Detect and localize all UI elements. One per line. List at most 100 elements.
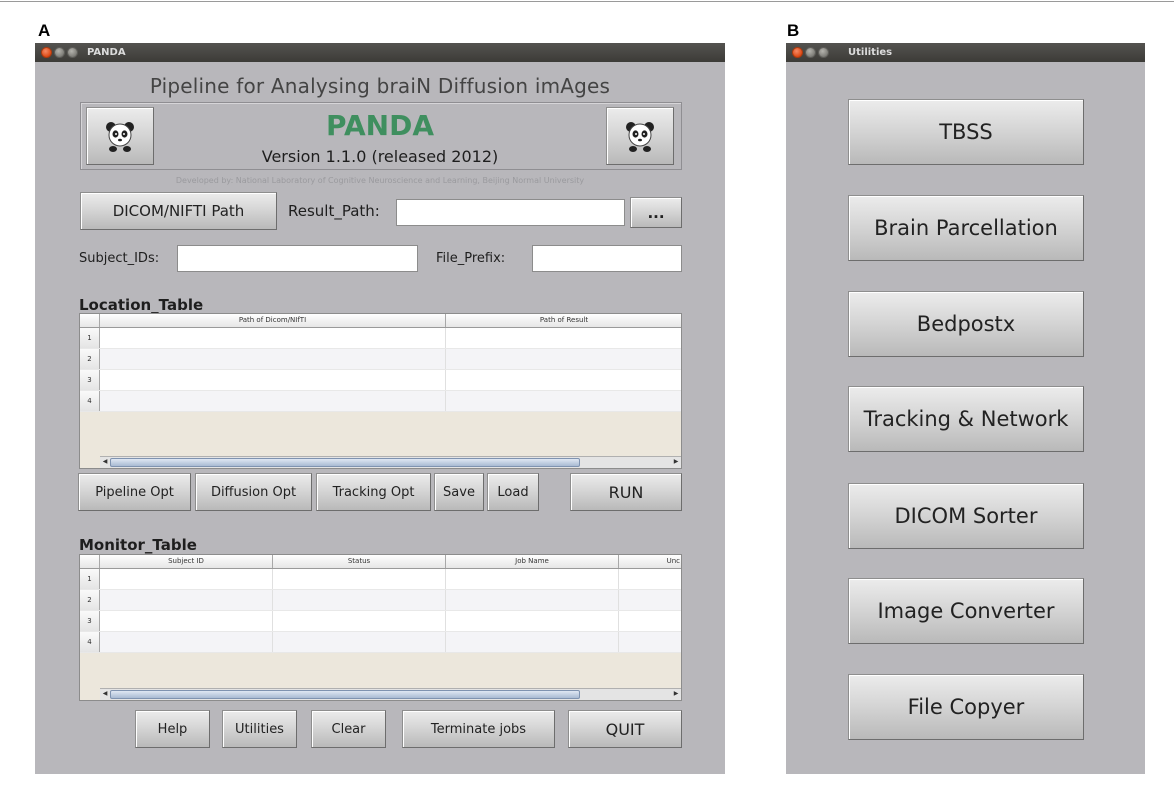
horizontal-scrollbar[interactable]: ◀ ▶ [100, 688, 681, 700]
help-button[interactable]: Help [135, 710, 210, 748]
table-cell[interactable] [446, 349, 681, 369]
panel-label-b: B [787, 21, 800, 40]
row-number: 4 [80, 391, 100, 411]
minimize-window-button[interactable] [54, 47, 65, 58]
table-cell[interactable] [100, 349, 446, 369]
utilities-button[interactable]: Utilities [222, 710, 297, 748]
app-name: PANDA [326, 109, 434, 142]
subject-ids-input[interactable] [177, 245, 418, 272]
table-cell[interactable] [446, 611, 619, 631]
tracking-network-button[interactable]: Tracking & Network [848, 386, 1084, 452]
run-button[interactable]: RUN [570, 473, 682, 511]
dicom-nifti-path-button[interactable]: DICOM/NIFTI Path [80, 192, 277, 230]
column-header-result-path[interactable]: Path of Result [446, 314, 681, 327]
table-row[interactable]: 1 [80, 569, 681, 590]
maximize-window-button[interactable] [67, 47, 78, 58]
panda-titlebar: PANDA [35, 43, 725, 62]
table-cell[interactable] [100, 632, 273, 652]
close-window-button[interactable] [792, 47, 803, 58]
table-cell[interactable] [100, 569, 273, 589]
minimize-window-button[interactable] [805, 47, 816, 58]
browse-button[interactable]: ... [630, 197, 682, 228]
row-number: 4 [80, 632, 100, 652]
load-button[interactable]: Load [487, 473, 539, 511]
top-divider [0, 1, 1174, 2]
result-path-input[interactable] [396, 199, 625, 226]
table-row[interactable]: 3 [80, 611, 681, 632]
bedpostx-button[interactable]: Bedpostx [848, 291, 1084, 357]
close-window-button[interactable] [41, 47, 52, 58]
table-cell[interactable] [100, 590, 273, 610]
terminate-jobs-button[interactable]: Terminate jobs [402, 710, 555, 748]
brain-parcellation-button[interactable]: Brain Parcellation [848, 195, 1084, 261]
app-title: Pipeline for Analysing braiN Diffusion i… [149, 74, 611, 98]
monitor-table-header: Subject ID Status Job Name Unc [80, 555, 681, 569]
table-cell[interactable] [446, 632, 619, 652]
table-cell[interactable] [446, 391, 681, 411]
scroll-thumb[interactable] [110, 690, 580, 699]
table-cell[interactable] [273, 632, 446, 652]
maximize-window-button[interactable] [818, 47, 829, 58]
file-copyer-button[interactable]: File Copyer [848, 674, 1084, 740]
corner-header-cell [80, 555, 100, 568]
table-row[interactable]: 2 [80, 349, 681, 370]
panel-label-a: A [38, 21, 51, 40]
quit-button[interactable]: QUIT [568, 710, 682, 748]
file-prefix-label: File_Prefix: [436, 251, 506, 266]
location-table: Path of Dicom/NIfTI Path of Result 1 2 3… [79, 313, 682, 469]
column-header-subject-id[interactable]: Subject ID [100, 555, 273, 568]
table-row[interactable]: 3 [80, 370, 681, 391]
utilities-titlebar: Utilities [786, 43, 1145, 62]
column-header-status[interactable]: Status [273, 555, 446, 568]
result-path-label: Result_Path: [288, 202, 380, 220]
diffusion-opt-button[interactable]: Diffusion Opt [195, 473, 312, 511]
row-number: 2 [80, 590, 100, 610]
corner-header-cell [80, 314, 100, 327]
row-number: 1 [80, 328, 100, 348]
monitor-table-title: Monitor_Table [79, 536, 197, 554]
monitor-table: Subject ID Status Job Name Unc 1 2 3 4 ◀… [79, 554, 682, 701]
scroll-left-icon[interactable]: ◀ [100, 457, 110, 467]
table-row[interactable]: 1 [80, 328, 681, 349]
window-title: PANDA [87, 47, 126, 58]
column-header-truncated[interactable]: Unc [619, 555, 681, 568]
credit-text: Developed by: National Laboratory of Cog… [175, 176, 585, 185]
table-cell[interactable] [446, 370, 681, 390]
table-cell[interactable] [273, 590, 446, 610]
column-header-dicom-path[interactable]: Path of Dicom/NIfTI [100, 314, 446, 327]
subject-ids-label: Subject_IDs: [79, 251, 160, 266]
image-converter-button[interactable]: Image Converter [848, 578, 1084, 644]
table-row[interactable]: 2 [80, 590, 681, 611]
table-cell[interactable] [273, 569, 446, 589]
table-cell[interactable] [100, 391, 446, 411]
scroll-right-icon[interactable]: ▶ [671, 457, 681, 467]
row-number: 3 [80, 611, 100, 631]
row-number: 1 [80, 569, 100, 589]
save-button[interactable]: Save [434, 473, 484, 511]
table-cell[interactable] [446, 328, 681, 348]
table-row[interactable]: 4 [80, 391, 681, 412]
panda-window: PANDA Pipeline for Analysing braiN Diffu… [35, 43, 725, 774]
row-number: 2 [80, 349, 100, 369]
table-row[interactable]: 4 [80, 632, 681, 653]
version-text: Version 1.1.0 (released 2012) [261, 147, 499, 166]
scroll-thumb[interactable] [110, 458, 580, 467]
horizontal-scrollbar[interactable]: ◀ ▶ [100, 456, 681, 468]
table-cell[interactable] [100, 328, 446, 348]
table-cell[interactable] [100, 370, 446, 390]
scroll-left-icon[interactable]: ◀ [100, 689, 110, 699]
table-cell[interactable] [446, 590, 619, 610]
table-cell[interactable] [273, 611, 446, 631]
dicom-sorter-button[interactable]: DICOM Sorter [848, 483, 1084, 549]
tbss-button[interactable]: TBSS [848, 99, 1084, 165]
row-number: 3 [80, 370, 100, 390]
scroll-right-icon[interactable]: ▶ [671, 689, 681, 699]
tracking-opt-button[interactable]: Tracking Opt [316, 473, 431, 511]
pipeline-opt-button[interactable]: Pipeline Opt [78, 473, 191, 511]
clear-button[interactable]: Clear [311, 710, 386, 748]
column-header-job-name[interactable]: Job Name [446, 555, 619, 568]
file-prefix-input[interactable] [532, 245, 682, 272]
location-table-header: Path of Dicom/NIfTI Path of Result [80, 314, 681, 328]
table-cell[interactable] [446, 569, 619, 589]
table-cell[interactable] [100, 611, 273, 631]
